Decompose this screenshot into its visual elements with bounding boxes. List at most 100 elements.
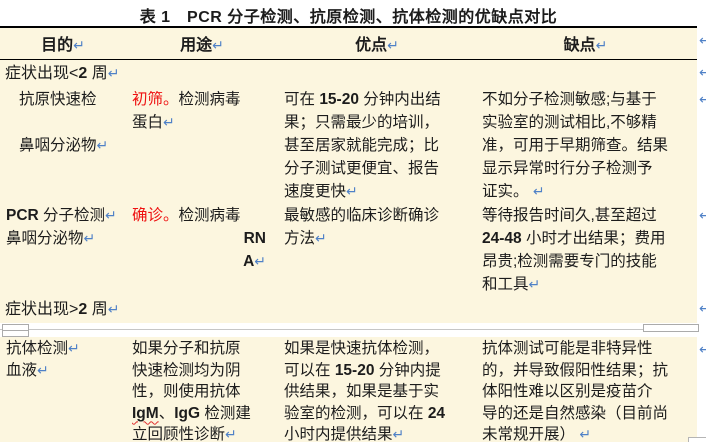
- column-header[interactable]: 目的↵: [0, 31, 126, 55]
- table-row: 抗体检测↵ 血液↵ 如果分子和抗原 快速检测均为阴 性，则使用抗体 IgM、IgG 检测建…: [0, 337, 697, 442]
- line-break-mark-icon: ↵: [346, 183, 358, 199]
- table-cell[interactable]: 初筛。检测病毒 蛋白↵: [126, 87, 278, 203]
- table-cell[interactable]: 等待报告时间久,甚至超过 24-48 小时才出结果；费用昂贵;检测需要专门的技能和…: [476, 203, 695, 296]
- column-header[interactable]: 用途↵: [126, 31, 278, 55]
- cell-paragraph: 确诊。检测病毒: [132, 204, 274, 227]
- text-run: PCR: [6, 207, 39, 224]
- row-end-mark-icon: ↵: [699, 341, 706, 357]
- page-break-separator: [0, 323, 699, 337]
- line-break-mark-icon: ↵: [392, 426, 405, 442]
- text-run: 最敏感的临床诊断确诊: [284, 207, 440, 224]
- text-run: 导的还是自然感染（目前尚: [482, 404, 669, 422]
- text-run: 鼻咽分泌物: [19, 137, 97, 154]
- row-end-mark-icon: ↵: [699, 91, 706, 107]
- text-run: 供结果，如果是基于实: [284, 383, 440, 400]
- text-run: 果；只需最少的培训，: [284, 114, 440, 131]
- row-end-mark-icon: ↵: [699, 207, 706, 223]
- text-run: 优点: [355, 37, 388, 54]
- text-run: 周: [87, 65, 108, 82]
- cell-paragraph: 最敏感的临床诊断确诊: [284, 204, 472, 227]
- text-run: 24-48: [482, 230, 522, 247]
- cell-paragraph: 初筛。检测病毒: [132, 88, 274, 111]
- table-cell[interactable]: 如果是快速抗体检测， 可以在 15-20 分钟内提 供结果，如果是基于实 验室的检测，…: [278, 337, 476, 442]
- cell-paragraph: 实验室的测试相比,不够精: [482, 111, 691, 134]
- text-run: 和工具: [482, 276, 529, 293]
- column-header[interactable]: 缺点↵: [476, 31, 695, 55]
- table-cell[interactable]: PCR 分子检测↵ 鼻咽分泌物↵: [0, 203, 126, 296]
- line-break-mark-icon: ↵: [254, 253, 266, 269]
- cell-paragraph: 准，可用于早期筛查。结果: [482, 134, 691, 157]
- text-run: 等待报告时间久,甚至超过: [482, 207, 657, 224]
- cell-paragraph: 体阳性难以区别是疫苗介: [482, 381, 691, 403]
- text-run: 检测建: [200, 404, 251, 422]
- text-run: 证实。: [482, 183, 533, 200]
- cell-paragraph: PCR 分子检测↵: [6, 204, 122, 227]
- cell-paragraph: IgM、IgG 检测建: [132, 403, 274, 425]
- table-header-row: 目的↵ 用途↵ 优点↵ 缺点↵: [0, 28, 697, 60]
- cell-paragraph: 抗体测试可能是非特异性: [482, 338, 691, 360]
- line-break-mark-icon: ↵: [212, 37, 224, 53]
- table-row: PCR 分子检测↵ 鼻咽分泌物↵ 确诊。检测病毒 RN A↵ 最敏感的临床诊断确诊 方法↵ 等…: [0, 203, 697, 296]
- section-header-row[interactable]: 症状出现<2 周↵: [0, 60, 697, 87]
- table-cell[interactable]: 确诊。检测病毒 RN A↵: [126, 203, 278, 296]
- line-break-mark-icon: ↵: [163, 114, 175, 130]
- line-break-mark-icon: ↵: [595, 37, 608, 53]
- text-run: 准，可用于早期筛查。结果: [482, 137, 669, 154]
- page-break-handle: [2, 330, 29, 337]
- table-cell[interactable]: 抗原快速检 鼻咽分泌物↵: [0, 87, 126, 203]
- highlighted-term: 初筛。: [132, 91, 179, 108]
- table-cell[interactable]: 最敏感的临床诊断确诊方法↵: [278, 203, 476, 296]
- table-cell[interactable]: 可在 15-20 分钟内出结 果；只需最少的培训， 甚至居家就能完成；比 分子测试更便…: [278, 87, 476, 203]
- line-break-mark-icon: ↵: [225, 426, 237, 442]
- cell-paragraph: 验室的检测，可以在 24: [284, 403, 472, 425]
- line-break-mark-icon: ↵: [107, 301, 120, 317]
- text-run: 血液: [6, 361, 38, 379]
- line-break-mark-icon: ↵: [68, 340, 80, 356]
- cell-paragraph: 血液↵: [6, 360, 122, 382]
- cell-paragraph: 不如分子检测敏感;与基于: [482, 88, 691, 111]
- cell-paragraph: 供结果，如果是基于实: [284, 381, 472, 403]
- text-run: 症状出现<: [5, 65, 79, 82]
- row-end-mark-icon: ↵: [699, 64, 706, 80]
- table-cell[interactable]: 如果分子和抗原 快速检测均为阴 性，则使用抗体 IgM、IgG 检测建 立回顾性诊断↵: [126, 337, 278, 442]
- text-run: 15-20: [319, 91, 359, 108]
- text-run: 小时才出结果；费用: [521, 230, 666, 247]
- text-run: 15-20: [334, 361, 375, 379]
- cell-paragraph: 果；只需最少的培训，: [284, 111, 472, 134]
- word-document-page[interactable]: 表 1 PCR 分子检测、抗原检测、抗体检测的优缺点对比 目的↵ 用途↵ 优点↵ 缺点…: [0, 0, 706, 442]
- text-run: 蛋白: [132, 114, 164, 131]
- cell-paragraph: 方法↵: [284, 227, 472, 250]
- table-cell[interactable]: 不如分子检测敏感;与基于实验室的测试相比,不够精准，可用于早期筛查。结果显示异常…: [476, 87, 695, 203]
- text-run: 甚至居家就能完成；比: [284, 137, 440, 154]
- text-run: 可在: [284, 91, 320, 108]
- text-run: 不如分子检测敏感;与基于: [482, 91, 657, 108]
- line-break-mark-icon: ↵: [83, 230, 96, 246]
- text-run: 检测病毒: [178, 91, 241, 108]
- line-break-mark-icon: ↵: [107, 65, 120, 81]
- line-break-mark-icon: ↵: [528, 276, 541, 292]
- text-run: 抗体检测: [6, 340, 69, 357]
- cell-paragraph: 的，并导致假阳性结果；抗: [482, 360, 691, 382]
- text-run: 目的: [41, 37, 74, 54]
- row-end-mark-icon: ↵: [699, 300, 706, 316]
- cell-paragraph: 甚至居家就能完成；比: [284, 134, 472, 157]
- text-run: 鼻咽分泌物: [6, 230, 84, 247]
- cell-paragraph: 性，则使用抗体: [132, 381, 274, 403]
- table-cell[interactable]: 抗体检测↵ 血液↵: [0, 337, 126, 442]
- text-run: 2: [78, 301, 88, 318]
- text-run: 如果是快速抗体检测，: [284, 340, 440, 357]
- column-header[interactable]: 优点↵: [278, 31, 476, 55]
- cell-paragraph: 分子测试更便宜、报告: [284, 157, 472, 180]
- text-run: 检测病毒: [178, 207, 241, 224]
- text-run: IgG: [174, 404, 201, 422]
- text-run: 的，并导致假阳性结果；抗: [482, 361, 669, 379]
- cell-paragraph: 昂贵;检测需要专门的技能: [482, 250, 691, 273]
- cell-paragraph: 显示异常时行分子检测予: [482, 157, 691, 180]
- text-run: 性，则使用抗体: [132, 383, 241, 400]
- text-run: IgM: [132, 404, 159, 422]
- text-run: 症状出现>: [5, 301, 79, 318]
- text-run: 昂贵;检测需要专门的技能: [482, 253, 657, 270]
- table-cell[interactable]: 抗体测试可能是非特异性 的，并导致假阳性结果；抗体阳性难以区别是疫苗介 导的还是自然…: [476, 337, 695, 442]
- text-run: 方法: [284, 230, 316, 247]
- section-header-row[interactable]: 症状出现>2 周↵: [0, 296, 697, 323]
